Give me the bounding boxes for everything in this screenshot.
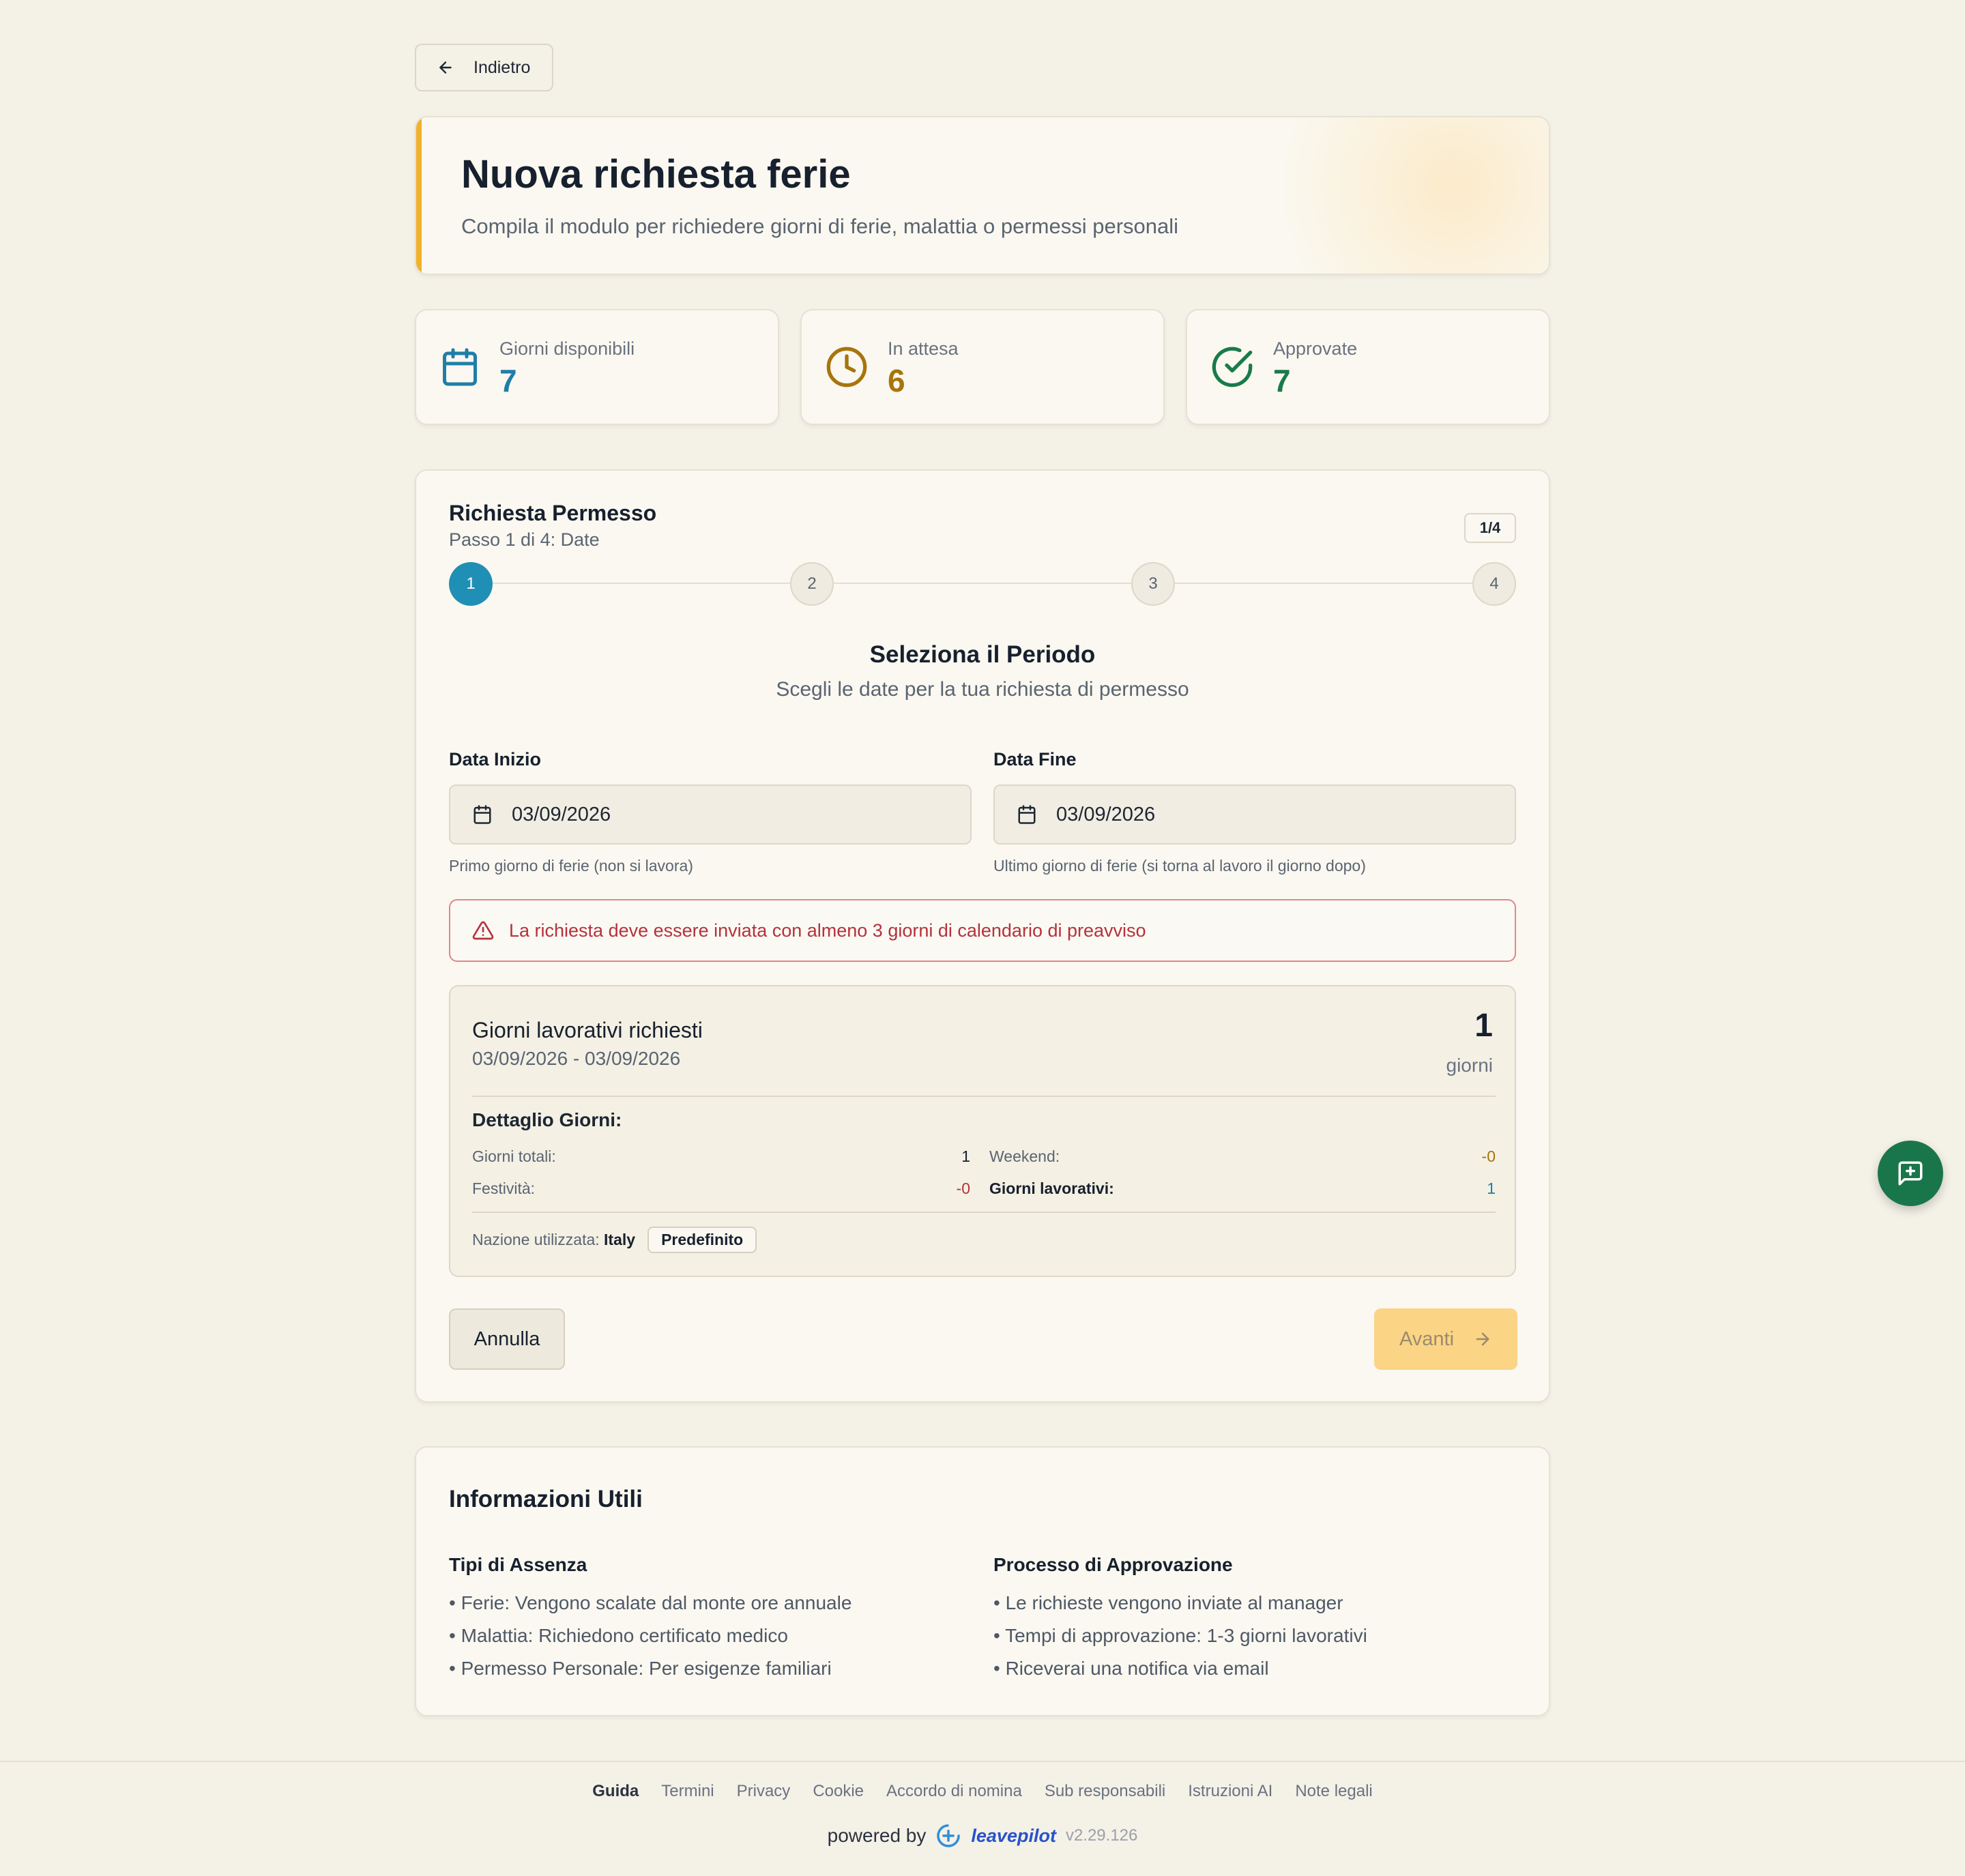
start-date-label: Data Inizio [449, 749, 542, 770]
stat-label: Approvate [1273, 338, 1358, 359]
footer-links: Guida Termini Privacy Cookie Accordo di … [0, 1782, 1965, 1801]
total-days-value: 1 [961, 1147, 970, 1165]
default-badge: Predefinito [647, 1227, 757, 1253]
footer-link-subprocessors[interactable]: Sub responsabili [1045, 1782, 1165, 1801]
next-button[interactable]: Avanti [1374, 1308, 1517, 1370]
divider [472, 1096, 1496, 1097]
footer-link-cookie[interactable]: Cookie [813, 1782, 864, 1801]
days-summary: Giorni lavorativi richiesti 03/09/2026 -… [449, 985, 1516, 1277]
footer-link-appointment[interactable]: Accordo di nomina [886, 1782, 1022, 1801]
header-accent-bar [416, 117, 422, 274]
powered-by: powered by leavepilot v2.29.126 [0, 1823, 1965, 1849]
stat-value: 6 [888, 362, 905, 398]
weekend-value: -0 [1481, 1147, 1496, 1165]
brand-name[interactable]: leavepilot [971, 1826, 1056, 1847]
end-date-hint: Ultimo giorno di ferie (si torna al lavo… [993, 857, 1366, 875]
info-title: Informazioni Utili [449, 1486, 643, 1512]
end-date-label: Data Fine [993, 749, 1077, 770]
step-connector [1175, 583, 1472, 584]
absence-item: • Ferie: Vengono scalate dal monte ore a… [449, 1592, 852, 1613]
step-indicator-3: 3 [1131, 562, 1175, 606]
message-plus-icon [1898, 1161, 1923, 1186]
calendar-icon [443, 348, 477, 386]
summary-range: 03/09/2026 - 03/09/2026 [472, 1048, 681, 1069]
weekend-label: Weekend: [989, 1147, 1060, 1165]
end-date-input[interactable]: 03/09/2026 [993, 785, 1516, 845]
page-header: Nuova richiesta ferie Compila il modulo … [415, 116, 1550, 275]
nation-value: Italy [604, 1231, 636, 1248]
stat-value: 7 [1273, 362, 1291, 398]
footer-link-legal[interactable]: Note legali [1295, 1782, 1372, 1801]
footer-divider [0, 1761, 1965, 1762]
approval-item: • Tempi di approvazione: 1-3 giorni lavo… [993, 1625, 1367, 1646]
stat-card-available: Giorni disponibili 7 [415, 309, 779, 425]
approval-item: • Le richieste vengono inviate al manage… [993, 1592, 1343, 1613]
step-connector [493, 583, 790, 584]
footer-link-privacy[interactable]: Privacy [737, 1782, 791, 1801]
leavepilot-logo-icon [937, 1824, 961, 1847]
summary-title: Giorni lavorativi richiesti [472, 1018, 703, 1042]
detail-title: Dettaglio Giorni: [472, 1109, 622, 1130]
arrow-right-icon [1476, 1332, 1489, 1346]
start-date-hint: Primo giorno di ferie (non si lavora) [449, 857, 693, 875]
step-badge: 1/4 [1464, 513, 1516, 543]
absence-types-title: Tipi di Assenza [449, 1554, 587, 1575]
header-decoration [1276, 117, 1549, 274]
stat-card-approved: Approvate 7 [1186, 309, 1550, 425]
back-label: Indietro [474, 57, 531, 77]
working-days-value: 1 [1487, 1179, 1496, 1197]
powered-by-label: powered by [827, 1825, 927, 1846]
holidays-value: -0 [956, 1179, 970, 1197]
approval-process-title: Processo di Approvazione [993, 1554, 1233, 1575]
step-connector [834, 583, 1131, 584]
arrow-left-icon [439, 61, 452, 74]
step-indicator-1: 1 [449, 562, 493, 606]
stat-label: In attesa [888, 338, 959, 359]
summary-count: 1 [1474, 1008, 1493, 1044]
absence-item: • Malattia: Richiedono certificato medic… [449, 1625, 788, 1646]
useful-info-card: Informazioni Utili Tipi di Assenza • Fer… [415, 1446, 1550, 1716]
holidays-label: Festività: [472, 1179, 536, 1197]
cancel-button[interactable]: Annulla [449, 1308, 565, 1370]
approval-item: • Riceverai una notifica via email [993, 1658, 1269, 1679]
summary-unit: giorni [1446, 1055, 1493, 1076]
step-indicator-4: 4 [1472, 562, 1516, 606]
nation-row: Nazione utilizzata: Italy Predefinito [472, 1227, 757, 1253]
section-subtitle: Scegli le date per la tua richiesta di p… [776, 678, 1189, 701]
end-date-value: 03/09/2026 [1056, 803, 1156, 825]
section-title: Seleziona il Periodo [869, 641, 1096, 668]
back-button[interactable]: Indietro [415, 44, 553, 91]
calendar-icon [1018, 805, 1036, 824]
next-label: Avanti [1399, 1328, 1455, 1350]
notice-alert: La richiesta deve essere inviata con alm… [449, 899, 1516, 962]
app-version: v2.29.126 [1065, 1826, 1138, 1845]
footer-link-ai-instructions[interactable]: Istruzioni AI [1188, 1782, 1272, 1801]
feedback-chat-button[interactable] [1878, 1141, 1943, 1206]
absence-item: • Permesso Personale: Per esigenze famil… [449, 1658, 832, 1679]
start-date-value: 03/09/2026 [512, 803, 611, 825]
step-indicator-2: 2 [790, 562, 834, 606]
page-title: Nuova richiesta ferie [461, 152, 851, 196]
stat-value: 7 [499, 362, 517, 398]
page-subtitle: Compila il modulo per richiedere giorni … [461, 214, 1179, 238]
alert-text: La richiesta deve essere inviata con alm… [509, 920, 1146, 941]
nation-label: Nazione utilizzata: [472, 1231, 600, 1248]
check-circle-icon [1212, 347, 1253, 387]
stat-label: Giorni disponibili [499, 338, 635, 359]
calendar-icon [474, 805, 491, 824]
footer-link-terms[interactable]: Termini [661, 1782, 714, 1801]
total-days-label: Giorni totali: [472, 1147, 556, 1165]
leave-request-form: Richiesta Permesso Passo 1 di 4: Date 1/… [415, 469, 1550, 1403]
form-title: Richiesta Permesso [449, 501, 657, 525]
form-step-subtitle: Passo 1 di 4: Date [449, 529, 600, 550]
divider [472, 1212, 1496, 1213]
working-days-label: Giorni lavorativi: [989, 1179, 1114, 1197]
footer-link-guide[interactable]: Guida [592, 1782, 639, 1801]
clock-icon [826, 347, 867, 387]
warning-icon [472, 921, 494, 940]
start-date-input[interactable]: 03/09/2026 [449, 785, 972, 845]
stat-card-pending: In attesa 6 [800, 309, 1165, 425]
